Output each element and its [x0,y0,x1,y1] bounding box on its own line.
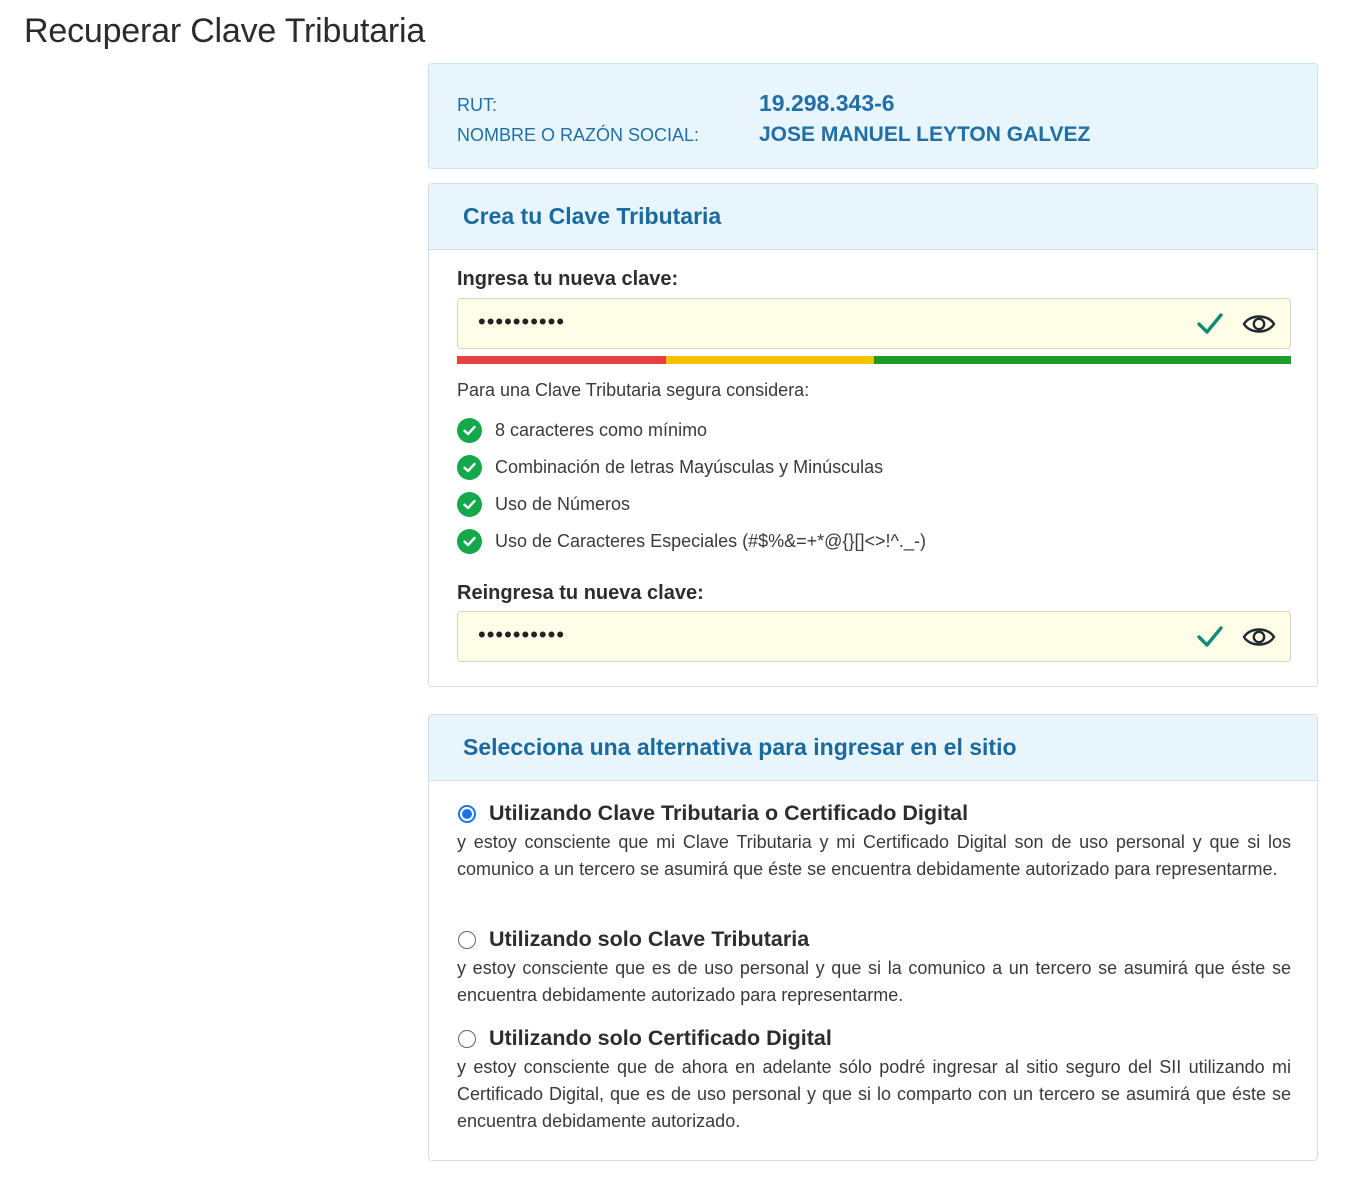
eye-icon[interactable] [1242,312,1276,336]
radio-solo-clave[interactable] [458,930,476,949]
create-password-title: Crea tu Clave Tributaria [463,203,722,229]
strength-segment-weak [457,356,666,364]
page-title: Recuperar Clave Tributaria [24,12,426,50]
check-icon [1197,626,1223,647]
access-alternative-header: Selecciona una alternativa para ingresar… [429,715,1317,781]
option-title: Utilizando solo Certificado Digital [489,1026,832,1050]
option-header: Utilizando solo Certificado Digital [457,1026,1291,1051]
option-title: Utilizando solo Clave Tributaria [489,927,810,951]
requirements-title: Para una Clave Tributaria segura conside… [457,380,810,400]
create-password-card: Crea tu Clave Tributaria Ingresa tu nuev… [428,183,1318,687]
option-header: Utilizando Clave Tributaria o Certificad… [457,801,1291,826]
requirement-text: 8 caracteres como mínimo [495,420,708,440]
access-alternative-title: Selecciona una alternativa para ingresar… [463,734,1017,760]
option-header: Utilizando solo Clave Tributaria [457,927,1291,952]
repeat-password-value: •••••••••• [478,622,566,647]
new-password-input[interactable]: •••••••••• [457,298,1291,349]
requirement-item: Combinación de letras Mayúsculas y Minús… [457,449,926,486]
requirement-item: Uso de Números [457,486,926,523]
option-description: y estoy consciente que mi Clave Tributar… [457,832,1291,879]
requirement-text: Combinación de letras Mayúsculas y Minús… [495,457,884,477]
option-description: y estoy consciente que es de uso persona… [457,958,1291,1005]
option-solo-clave[interactable]: Utilizando solo Clave Tributaria y estoy… [457,927,1291,1009]
option-clave-o-certificado[interactable]: Utilizando Clave Tributaria o Certificad… [457,801,1291,883]
check-icon [1197,313,1223,334]
name-value: JOSE MANUEL LEYTON GALVEZ [759,123,1091,146]
new-password-label: Ingresa tu nueva clave: [457,268,679,290]
check-circle-icon [457,529,482,554]
rut-row: RUT: 19.298.343-6 [457,90,895,117]
access-alternative-card: Selecciona una alternativa para ingresar… [428,714,1318,1161]
name-row: NOMBRE O RAZÓN SOCIAL: JOSE MANUEL LEYTO… [457,123,1090,147]
strength-segment-strong [874,356,1083,364]
requirement-item: Uso de Caracteres Especiales (#$%&=+*@{}… [457,523,926,560]
rut-value: 19.298.343-6 [759,90,895,116]
check-circle-icon [457,418,482,443]
eye-icon[interactable] [1242,625,1276,649]
new-password-value: •••••••••• [478,309,566,334]
repeat-password-input[interactable]: •••••••••• [457,611,1291,662]
strength-segment-strong [1082,356,1291,364]
requirements-list: 8 caracteres como mínimo Combinación de … [457,412,926,560]
requirement-text: Uso de Números [495,494,631,514]
check-circle-icon [457,455,482,480]
check-circle-icon [457,492,482,517]
radio-clave-o-certificado[interactable] [458,804,476,823]
option-description: y estoy consciente que de ahora en adela… [457,1057,1291,1131]
option-solo-certificado[interactable]: Utilizando solo Certificado Digital y es… [457,1026,1291,1135]
strength-segment-medium [665,356,874,364]
password-strength-meter [457,356,1291,364]
requirement-item: 8 caracteres como mínimo [457,412,926,449]
rut-label: RUT: [457,95,497,115]
requirement-text: Uso de Caracteres Especiales (#$%&=+*@{}… [495,531,926,551]
option-title: Utilizando Clave Tributaria o Certificad… [489,801,969,825]
name-label: NOMBRE O RAZÓN SOCIAL: [457,125,700,145]
repeat-password-label: Reingresa tu nueva clave: [457,582,704,604]
create-password-header: Crea tu Clave Tributaria [429,184,1317,250]
taxpayer-info-box: RUT: 19.298.343-6 NOMBRE O RAZÓN SOCIAL:… [428,63,1318,169]
radio-solo-certificado[interactable] [458,1029,476,1048]
